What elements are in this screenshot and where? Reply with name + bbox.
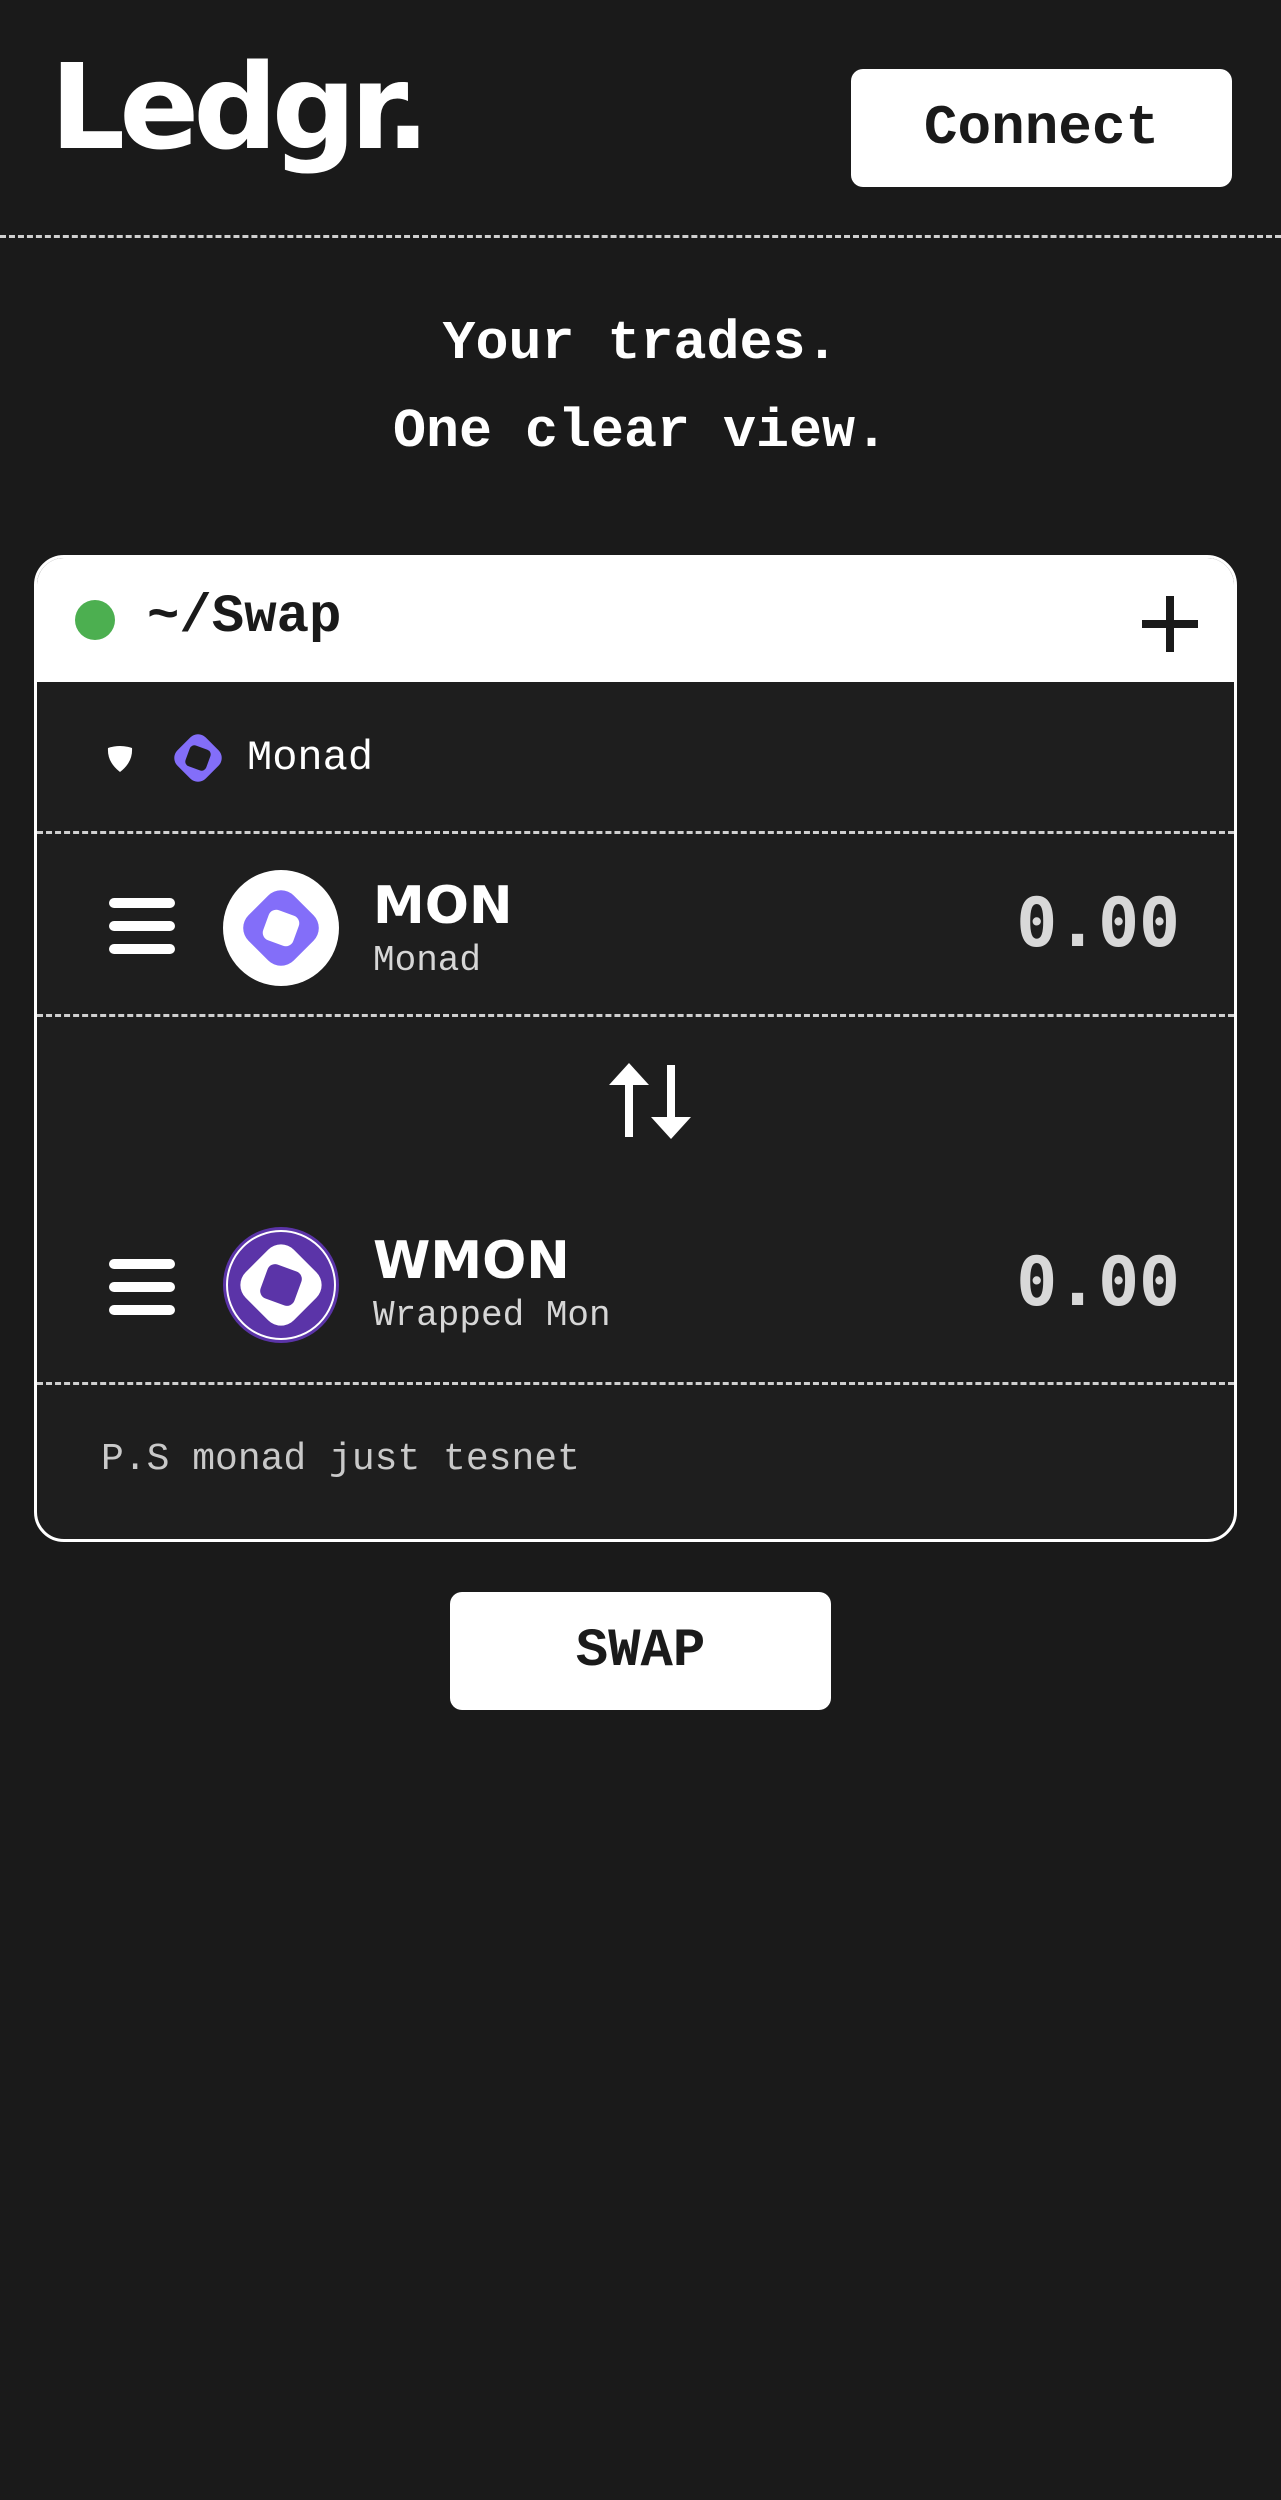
swap-direction-icon[interactable] [607,1063,693,1139]
network-selector[interactable]: Monad [37,682,1234,834]
network-marker-icon [107,746,133,772]
connect-button[interactable]: Connect [851,69,1232,187]
top-header: Ledgr. Connect [0,0,1281,238]
monad-logo-icon [174,734,222,782]
footnote: P.S monad just tesnet [101,1438,580,1481]
from-token-symbol: MON [373,876,513,936]
swap-button[interactable]: SWAP [450,1592,831,1710]
hero-line-1: Your trades. [442,312,839,375]
to-token-row: WMON Wrapped Mon 0.00 [37,1187,1234,1385]
hero-line-2: One clear view. [392,400,889,463]
switch-row [37,1017,1234,1187]
swap-card-title: ~/Swap [147,587,342,648]
menu-icon[interactable] [107,896,177,956]
monad-token-icon[interactable] [221,868,341,988]
plus-icon[interactable] [1140,594,1200,654]
to-token-name: Wrapped Mon [373,1295,611,1336]
menu-icon[interactable] [107,1257,177,1317]
from-token-amount[interactable]: 0.00 [1016,884,1180,964]
wrapped-monad-token-icon[interactable] [221,1225,341,1345]
to-token-amount[interactable]: 0.00 [1016,1243,1180,1323]
status-dot-icon [75,600,115,640]
swap-card: ~/Swap Monad MON Monad 0.00 WMON Wrapped… [34,555,1237,1542]
network-label: Monad [247,734,374,782]
from-token-name: Monad [373,940,482,981]
from-token-row: MON Monad 0.00 [37,834,1234,1017]
swap-card-header: ~/Swap [37,558,1234,682]
ledgr-logo[interactable]: Ledgr. [50,48,430,166]
hero-tagline: Your trades. One clear view. [0,300,1281,476]
to-token-symbol: WMON [373,1231,570,1291]
